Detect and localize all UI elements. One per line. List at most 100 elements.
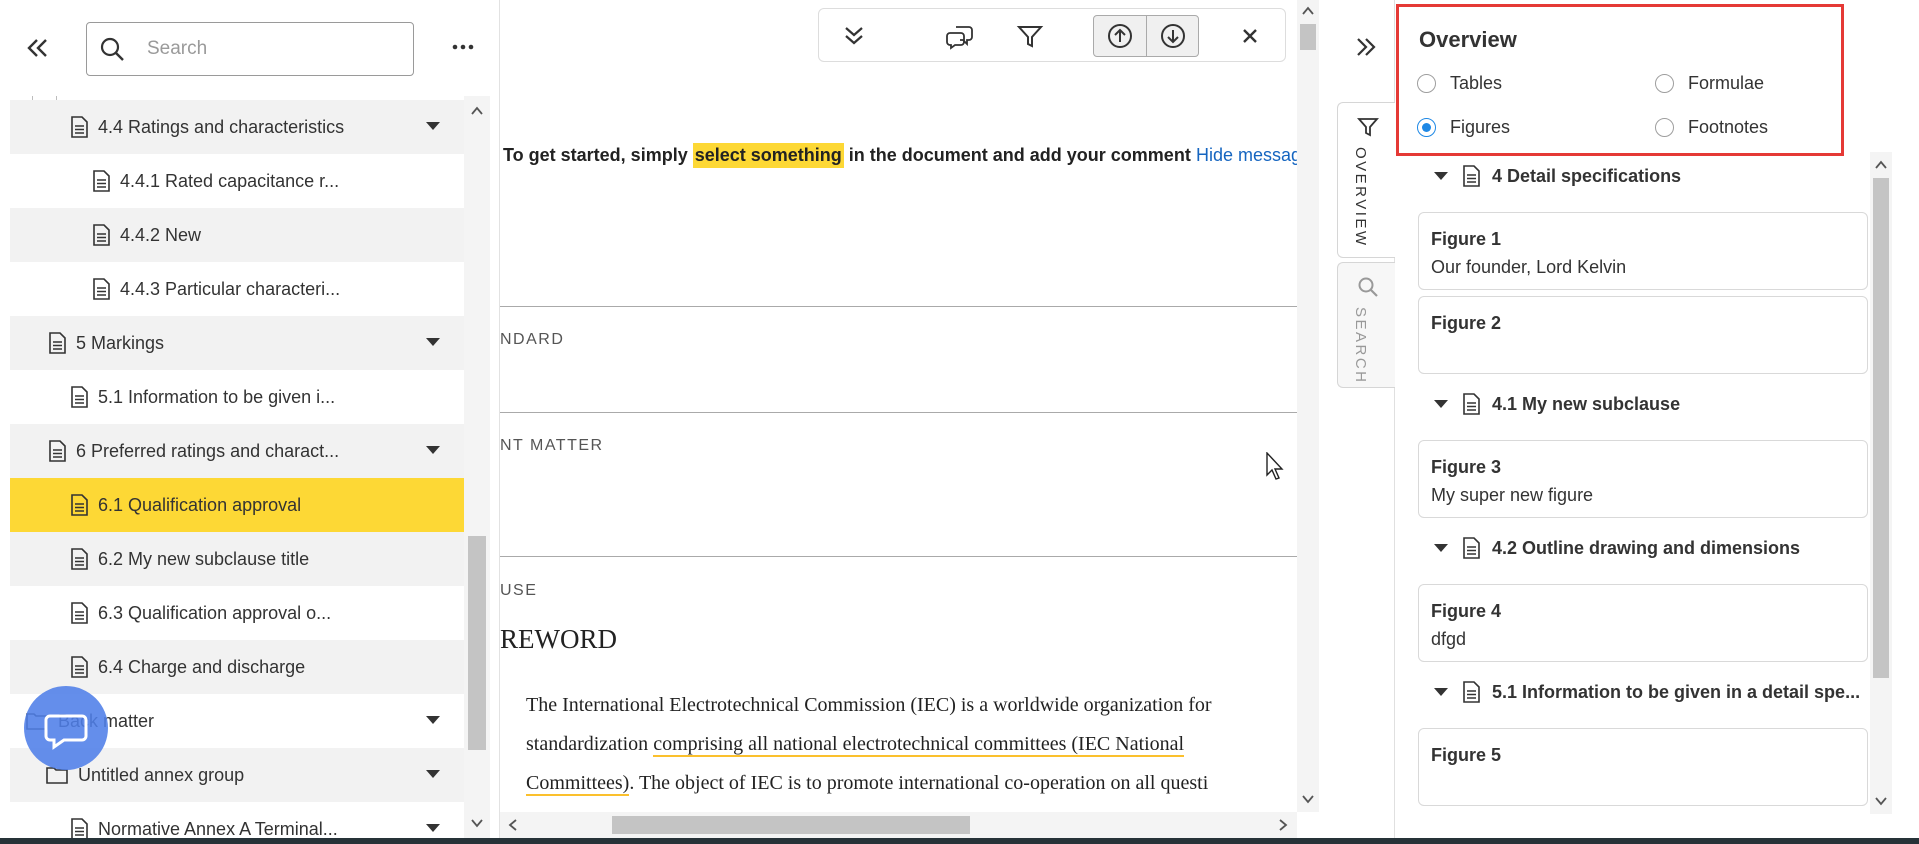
figure-card[interactable]: Figure 5 [1418,728,1868,806]
chevron-up-icon[interactable] [1874,158,1888,172]
radio-circle-selected[interactable] [1417,118,1436,137]
caret-down-icon[interactable] [1434,400,1448,408]
figure-caption: My super new figure [1431,485,1594,505]
next-comment-button[interactable] [1156,19,1190,53]
commented-text[interactable]: Committees) [526,772,630,796]
paragraph-text: The International Electrotechnical Commi… [526,694,1212,716]
chat-bubble-icon [44,714,88,750]
document-icon [71,386,88,408]
search-icon [1358,277,1378,297]
bottom-bar [0,838,1919,844]
expand-caret-icon[interactable] [426,122,440,130]
collapse-sidebar-button[interactable] [22,32,54,64]
figure-group-header[interactable]: 4.2 Outline drawing and dimensions [1434,528,1800,568]
tree-item-annex-a[interactable]: Normative Annex A Terminal... [10,802,464,838]
expand-caret-icon[interactable] [426,770,440,778]
chevron-down-icon[interactable] [1874,794,1888,808]
search-input[interactable] [147,37,397,61]
figure-title: Figure 5 [1431,745,1502,765]
tree-item-5[interactable]: 5 Markings [10,316,464,370]
scrollbar-thumb[interactable] [1300,24,1316,50]
filter-figures-radio[interactable]: Figures [1417,117,1510,138]
group-title: 4.1 My new subclause [1492,393,1681,414]
double-chevron-down-icon [845,27,863,45]
chevron-up-icon[interactable] [470,104,484,118]
expand-panel-button[interactable] [1351,32,1381,62]
chevron-up-icon[interactable] [1301,4,1315,18]
document-icon [71,548,88,570]
radio-label: Formulae [1688,73,1765,93]
radio-circle[interactable] [1655,74,1674,93]
document-horizontal-scrollbar[interactable] [500,812,1297,838]
chevron-down-icon[interactable] [1301,792,1315,806]
radio-circle[interactable] [1655,118,1674,137]
tab-search[interactable]: SEARCH [1337,262,1395,388]
search-box[interactable] [86,22,414,76]
caret-down-icon[interactable] [1434,544,1448,552]
chat-button[interactable] [24,686,108,770]
foreword-paragraph[interactable]: The International Electrotechnical Commi… [526,686,1297,803]
divider [500,306,1297,307]
tree-item-4-4-1[interactable]: 4.4.1 Rated capacitance r... [10,154,464,208]
tree-item-4-4-3[interactable]: 4.4.3 Particular characteri... [10,262,464,316]
filter-button[interactable] [1013,19,1047,53]
scrollbar-thumb[interactable] [612,816,970,834]
tree-item-label: 4.4.1 Rated capacitance r... [120,170,340,191]
document-icon [93,278,110,300]
getting-started-message: To get started, simply select something … [503,140,1191,170]
hide-message-link[interactable]: Hide messag [1196,140,1297,170]
tree-item-4-4[interactable]: 4.4 Ratings and characteristics [10,100,464,154]
tree-item-6-2[interactable]: 6.2 My new subclause title [10,532,464,586]
filter-tables-radio[interactable]: Tables [1417,73,1502,94]
tree-item-6-1-selected[interactable]: 6.1 Qualification approval [10,478,464,532]
radio-circle[interactable] [1417,74,1436,93]
search-icon [100,37,124,61]
tree-item-label: 5.1 Information to be given i... [98,386,336,407]
document-icon [71,116,88,138]
figure-card[interactable]: Figure 3 My super new figure [1418,440,1868,518]
previous-comment-button[interactable] [1103,19,1137,53]
comments-button[interactable] [943,19,977,53]
figure-card[interactable]: Figure 1 Our founder, Lord Kelvin [1418,212,1868,290]
filter-footnotes-radio[interactable]: Footnotes [1655,117,1768,138]
figure-group-header[interactable]: 4 Detail specifications [1434,156,1681,196]
tree-item-5-1[interactable]: 5.1 Information to be given i... [10,370,464,424]
figure-card[interactable]: Figure 4 dfgd [1418,584,1868,662]
figure-card[interactable]: Figure 2 [1418,296,1868,374]
chevron-down-icon[interactable] [470,816,484,830]
commented-text[interactable]: comprising all national electrotechnical… [653,733,1185,757]
separator [1146,16,1147,56]
sidebar-scrollbar[interactable] [464,96,490,838]
more-options-button[interactable] [448,32,478,62]
section-label-standard: NDARD [500,331,565,348]
overview-scrollbar[interactable] [1870,152,1892,814]
expand-caret-icon[interactable] [426,824,440,832]
scrollbar-thumb[interactable] [1873,178,1889,678]
chevron-left-icon[interactable] [506,818,520,832]
overview-title: Overview [1419,27,1517,52]
message-text: in the document and add your comment [848,144,1191,165]
document-vertical-scrollbar[interactable] [1297,0,1319,812]
chevron-right-icon[interactable] [1276,818,1290,832]
document-icon [49,440,66,462]
tree-item-4-4-2[interactable]: 4.4.2 New [10,208,464,262]
tab-overview[interactable]: OVERVIEW [1337,102,1395,258]
close-button[interactable] [1233,19,1267,53]
scrollbar-thumb[interactable] [468,536,486,750]
document-icon [1463,537,1480,559]
expand-caret-icon[interactable] [426,446,440,454]
caret-down-icon[interactable] [1434,688,1448,696]
tree-item-6-3[interactable]: 6.3 Qualification approval o... [10,586,464,640]
document-icon [49,332,66,354]
figure-group-header[interactable]: 4.1 My new subclause [1434,384,1680,424]
tree-item-6[interactable]: 6 Preferred ratings and charact... [10,424,464,478]
expand-caret-icon[interactable] [426,338,440,346]
arrow-down-circle-icon [1161,24,1185,48]
expand-caret-icon[interactable] [426,716,440,724]
figure-group-header[interactable]: 5.1 Information to be given in a detail … [1434,672,1860,712]
collapse-all-button[interactable] [837,19,871,53]
filter-formulae-radio[interactable]: Formulae [1655,73,1764,94]
message-highlight: select something [692,142,844,168]
caret-down-icon[interactable] [1434,172,1448,180]
figure-title: Figure 3 [1431,457,1502,477]
